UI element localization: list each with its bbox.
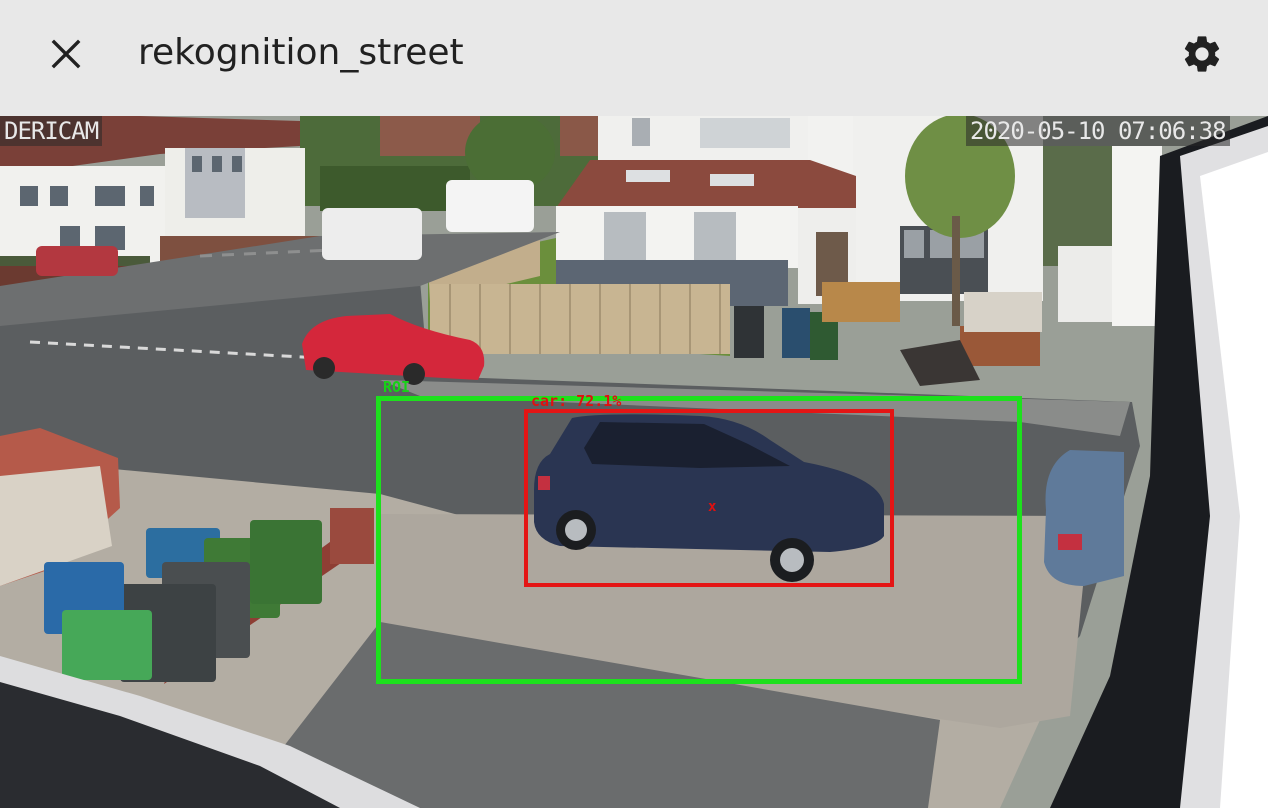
- settings-button[interactable]: [1170, 22, 1234, 86]
- camera-feed: DERICAM 2020-05-10 07:06:38 ROI car: 72.…: [0, 116, 1268, 808]
- timestamp-overlay: 2020-05-10 07:06:38: [966, 116, 1230, 146]
- gear-icon: [1184, 36, 1220, 72]
- close-icon: [51, 39, 81, 69]
- close-button[interactable]: [36, 24, 96, 84]
- page-title: rekognition_street: [138, 32, 464, 73]
- camera-brand-overlay: DERICAM: [0, 116, 103, 146]
- roi-label: ROI: [383, 378, 411, 396]
- car-detection-label: car: 72.1%: [531, 392, 622, 410]
- detection-centroid-marker: x: [708, 499, 717, 515]
- car-detection-box: [524, 409, 894, 587]
- app-header: rekognition_street: [0, 0, 1268, 116]
